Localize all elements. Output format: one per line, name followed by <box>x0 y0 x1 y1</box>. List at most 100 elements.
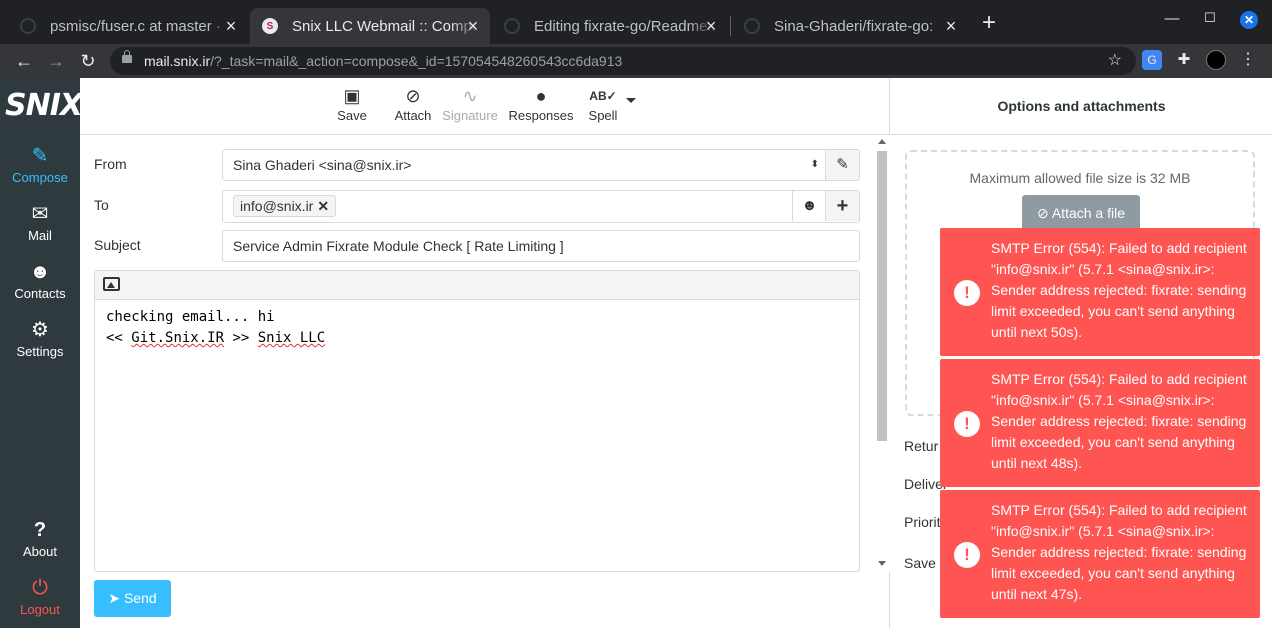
reload-icon[interactable]: ↻ <box>76 49 100 73</box>
attach-file-button[interactable]: ⊘ Attach a file <box>1022 195 1140 231</box>
error-notification[interactable]: ! SMTP Error (554): Failed to add recipi… <box>940 359 1260 487</box>
remove-recipient-icon[interactable]: ✕ <box>317 198 329 214</box>
contacts-icon: ☻ <box>29 261 51 283</box>
options-title: Options and attachments <box>891 78 1272 135</box>
snix-icon: S <box>262 18 278 34</box>
exclamation-icon: ! <box>954 542 980 568</box>
subject-input[interactable]: Service Admin Fixrate Module Check [ Rat… <box>222 230 860 262</box>
body-link: Snix LLC <box>257 330 326 346</box>
attach-label: Attach <box>394 108 432 123</box>
power-icon: ⏻ <box>32 577 48 599</box>
error-notification[interactable]: ! SMTP Error (554): Failed to add recipi… <box>940 490 1260 618</box>
tab-close-icon[interactable]: × <box>702 17 720 35</box>
address-bar[interactable]: mail.snix.ir/?_task=mail&_action=compose… <box>110 47 1136 75</box>
address-book-button[interactable]: ☻ <box>792 191 826 221</box>
return-receipt-label: Retur <box>904 438 939 454</box>
tab-strip: psmisc/fuser.c at master · × S Snix LLC … <box>0 0 1272 44</box>
url-path: /?_task=mail&_action=compose&_id=1570545… <box>210 53 623 69</box>
nav-logout[interactable]: ⏻ Logout <box>0 574 80 632</box>
menu-icon[interactable]: ⋮ <box>1238 50 1258 70</box>
error-notification[interactable]: ! SMTP Error (554): Failed to add recipi… <box>940 228 1260 356</box>
recipient-email: info@snix.ir <box>240 198 314 214</box>
nav-label: Mail <box>28 228 52 243</box>
from-select[interactable]: Sina Ghaderi <sina@snix.ir> ⬍ ✎ <box>222 149 860 181</box>
browser-tab-webmail[interactable]: S Snix LLC Webmail :: Compose × <box>250 8 490 44</box>
tab-close-icon[interactable]: × <box>222 17 240 35</box>
avatar[interactable] <box>1206 50 1226 70</box>
compose-panel: ▣ Save ⊘ Attach ∿ Signature ● Responses … <box>80 78 890 628</box>
save-label: Save <box>337 108 367 123</box>
scroll-thumb[interactable] <box>877 151 887 441</box>
browser-tab-readme[interactable]: Editing fixrate-go/Readme.md × <box>492 8 728 44</box>
nav-label: Settings <box>16 344 64 359</box>
spell-button[interactable]: AB✓ Spell <box>588 84 618 132</box>
body-link: Git.Snix.IR <box>131 330 225 346</box>
recipient-chip[interactable]: info@snix.ir ✕ <box>233 195 337 217</box>
forward-icon[interactable]: → <box>44 49 68 73</box>
webmail-app: SNIX ✎ Compose ✉ Mail ☻ Contacts ⚙ Setti… <box>0 78 1272 628</box>
image-icon[interactable] <box>103 277 120 291</box>
gear-icon: ⚙ <box>31 319 49 341</box>
message-editor[interactable]: checking email... hi << Git.Snix.IR >> S… <box>94 270 860 572</box>
tab-title: Sina-Ghaderi/fixrate-go: <box>774 17 934 35</box>
attach-button[interactable]: ⊘ Attach <box>392 84 434 132</box>
max-file-size: Maximum allowed file size is 32 MB <box>969 170 1191 186</box>
minimize-icon[interactable]: — <box>1160 10 1184 27</box>
github-icon <box>744 18 760 34</box>
nav-settings[interactable]: ⚙ Settings <box>0 316 80 374</box>
add-header-button[interactable]: + <box>825 191 859 221</box>
browser-tab-fuser[interactable]: psmisc/fuser.c at master · × <box>8 8 248 44</box>
edit-identity-button[interactable]: ✎ <box>825 150 859 180</box>
nav-label: Logout <box>20 602 60 617</box>
pencil-icon: ✎ <box>836 156 849 173</box>
translate-icon[interactable]: G <box>1142 50 1162 70</box>
nav-about[interactable]: ? About <box>0 516 80 574</box>
send-label: Send <box>123 590 157 606</box>
from-label: From <box>94 156 127 172</box>
error-message: SMTP Error (554): Failed to add recipien… <box>991 502 1247 602</box>
spell-label: Spell <box>588 108 618 123</box>
paperclip-icon: ⊘ <box>405 86 421 106</box>
tab-close-icon[interactable]: × <box>464 17 482 35</box>
maximize-icon[interactable]: ☐ <box>1198 10 1222 26</box>
responses-button[interactable]: ● Responses <box>508 84 574 132</box>
send-button[interactable]: ➤ Send <box>94 580 171 617</box>
message-body[interactable]: checking email... hi << Git.Snix.IR >> S… <box>106 307 325 349</box>
subject-label: Subject <box>94 237 141 253</box>
select-arrows-icon: ⬍ <box>810 159 819 170</box>
spell-dropdown-icon[interactable] <box>626 98 636 103</box>
compose-toolbar: ▣ Save ⊘ Attach ∿ Signature ● Responses … <box>80 78 890 135</box>
scrollbar[interactable] <box>874 135 890 572</box>
tab-close-icon[interactable]: × <box>942 17 960 35</box>
nav-contacts[interactable]: ☻ Contacts <box>0 258 80 316</box>
exclamation-icon: ! <box>954 280 980 306</box>
editor-toolbar <box>95 271 859 300</box>
bookmark-star-icon[interactable]: ☆ <box>1108 47 1122 75</box>
nav-compose[interactable]: ✎ Compose <box>0 142 80 200</box>
browser-toolbar: ← → ↻ mail.snix.ir/?_task=mail&_action=c… <box>0 44 1272 78</box>
floppy-icon: ▣ <box>343 86 361 106</box>
new-tab-icon[interactable]: + <box>977 11 1001 35</box>
scroll-up-icon[interactable] <box>878 139 886 144</box>
scroll-down-icon[interactable] <box>878 561 886 566</box>
question-icon: ? <box>33 519 47 541</box>
nav-label: Compose <box>12 170 68 185</box>
nav-label: About <box>23 544 57 559</box>
signature-label: Signature <box>442 108 498 123</box>
browser-tab-repo[interactable]: Sina-Ghaderi/fixrate-go: × <box>732 8 968 44</box>
body-text: >> <box>224 330 258 346</box>
to-label: To <box>94 197 109 213</box>
to-field[interactable]: info@snix.ir ✕ ☻ + <box>222 190 860 223</box>
signature-button[interactable]: ∿ Signature <box>442 84 498 132</box>
save-button[interactable]: ▣ Save <box>336 84 368 132</box>
back-icon[interactable]: ← <box>12 49 36 73</box>
plus-icon: + <box>836 195 849 217</box>
tab-title: psmisc/fuser.c at master · <box>50 17 221 35</box>
spellcheck-icon: AB✓ <box>589 89 617 103</box>
tab-title: Editing fixrate-go/Readme.md <box>534 17 716 35</box>
browser-window: psmisc/fuser.c at master · × S Snix LLC … <box>0 0 1272 628</box>
nav-mail[interactable]: ✉ Mail <box>0 200 80 258</box>
window-close-icon[interactable]: ✕ <box>1240 11 1258 29</box>
extensions-icon[interactable]: ✚ <box>1174 50 1194 70</box>
from-value: Sina Ghaderi <sina@snix.ir> <box>233 157 412 173</box>
